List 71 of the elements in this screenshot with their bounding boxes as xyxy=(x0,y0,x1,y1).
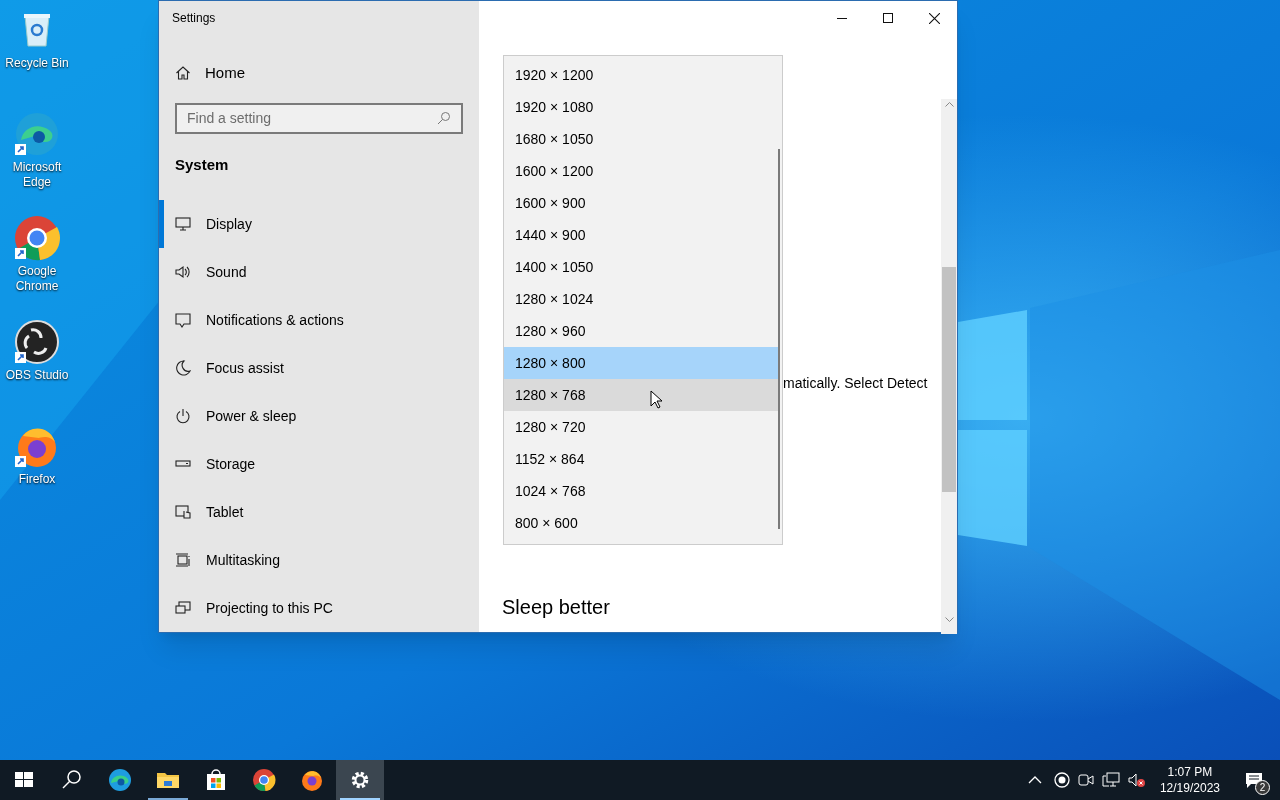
multitask-icon xyxy=(175,552,191,568)
shortcut-label: Firefox xyxy=(18,472,56,487)
app-icon xyxy=(108,768,132,792)
sidebar-item[interactable]: Storage xyxy=(159,440,479,488)
dropdown-option[interactable]: 800 × 600 xyxy=(504,507,778,539)
search-field[interactable]: Find a setting xyxy=(175,102,463,134)
app-icon xyxy=(13,110,61,158)
close-icon xyxy=(928,12,940,24)
dropdown-option[interactable]: 1440 × 900 xyxy=(504,219,778,251)
dropdown-option[interactable]: 1280 × 720 xyxy=(504,411,778,443)
desktop-shortcut[interactable]: Firefox xyxy=(0,422,74,526)
sidebar-item[interactable]: Tablet xyxy=(159,488,479,536)
network-icon[interactable] xyxy=(1101,772,1120,788)
taskbar-app[interactable] xyxy=(336,760,384,800)
sidebar-item[interactable]: Projecting to this PC xyxy=(159,584,479,632)
app-icon xyxy=(252,768,276,792)
muted-speaker-icon[interactable] xyxy=(1127,772,1146,788)
dropdown-option[interactable]: 1920 × 1200 xyxy=(504,59,778,91)
dropdown-option[interactable]: 1280 × 1024 xyxy=(504,283,778,315)
power-icon xyxy=(175,408,191,424)
projector-icon xyxy=(175,600,191,616)
mouse-cursor-icon xyxy=(650,390,663,409)
window-title: Settings xyxy=(172,9,216,27)
speaker-icon xyxy=(175,264,191,280)
camera-icon[interactable] xyxy=(1077,772,1094,788)
sidebar-item[interactable]: Sound xyxy=(159,248,479,296)
scroll-up-icon xyxy=(944,102,954,107)
dropdown-option[interactable]: 1280 × 768 xyxy=(504,379,778,411)
shortcut-label: OBS Studio xyxy=(5,368,69,383)
dropdown-option[interactable]: 1920 × 1080 xyxy=(504,91,778,123)
sidebar-item[interactable]: Power & sleep xyxy=(159,392,479,440)
scrollbar[interactable] xyxy=(941,99,957,634)
home-icon xyxy=(175,65,191,82)
dropdown-option[interactable]: 1024 × 768 xyxy=(504,475,778,507)
maximize-icon xyxy=(883,13,893,23)
sidebar-item[interactable]: Focus assist xyxy=(159,344,479,392)
shortcut-label: Microsoft Edge xyxy=(11,160,63,190)
dropdown-option[interactable]: 1680 × 1050 xyxy=(504,123,778,155)
app-icon xyxy=(13,214,61,262)
speech-bubble-icon xyxy=(175,312,191,328)
shortcut-label: Google Chrome xyxy=(14,264,60,294)
dropdown-scrollbar[interactable] xyxy=(778,149,780,529)
monitor-icon xyxy=(175,216,191,232)
minimize-icon xyxy=(837,17,847,19)
sidebar-item[interactable]: Notifications & actions xyxy=(159,296,479,344)
notification-badge: 2 xyxy=(1255,780,1270,795)
dropdown-option[interactable]: 1280 × 960 xyxy=(504,315,778,347)
search-icon xyxy=(437,111,451,126)
section-heading: Sleep better xyxy=(502,596,610,618)
dropdown-option[interactable]: 1152 × 864 xyxy=(504,443,778,475)
record-icon[interactable] xyxy=(1053,772,1070,788)
home-item[interactable]: Home xyxy=(159,51,479,96)
dropdown-option[interactable]: 1600 × 900 xyxy=(504,187,778,219)
chevron-up-icon[interactable] xyxy=(1027,776,1042,784)
app-icon xyxy=(300,768,324,792)
description-text: matically. Select Detect xyxy=(783,375,928,391)
clock[interactable]: 1:07 PM 12/19/2023 xyxy=(1153,764,1226,796)
app-icon xyxy=(13,318,61,366)
moon-icon xyxy=(175,360,191,376)
scrollbar-thumb[interactable] xyxy=(942,267,956,492)
search-input: Find a setting xyxy=(187,107,407,129)
dropdown-option[interactable]: 1600 × 1200 xyxy=(504,155,778,187)
shopping-bag-icon xyxy=(204,768,228,792)
shortcut-label: Recycle Bin xyxy=(5,56,69,71)
notification-button[interactable]: 2 xyxy=(1234,760,1274,800)
dropdown-option[interactable]: 1400 × 1050 xyxy=(504,251,778,283)
dropdown-option[interactable]: 1280 × 800 xyxy=(504,347,778,379)
tablet-icon xyxy=(175,504,191,520)
section-heading: System xyxy=(175,154,229,175)
sidebar-item[interactable]: Multitasking xyxy=(159,536,479,584)
scroll-down-icon xyxy=(944,617,954,622)
